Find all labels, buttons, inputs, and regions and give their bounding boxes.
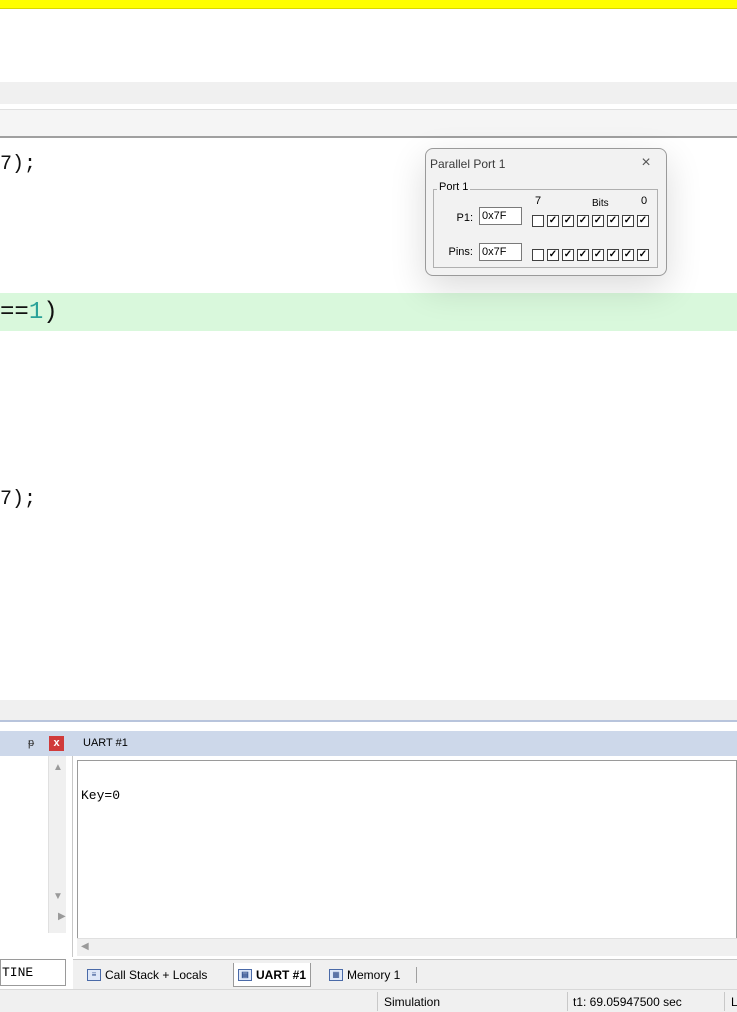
left-docked-panel: ᵽ x ▲ ▼ ▶ TINE: [0, 731, 73, 986]
left-panel-bottom-field: TINE: [0, 959, 66, 986]
bits-label: Bits: [592, 198, 609, 209]
code-line-3: 7);: [0, 488, 37, 511]
uart-output-area[interactable]: Key=0: [77, 760, 737, 939]
toolbar-band: [0, 82, 737, 104]
port-group-label: Port 1: [437, 181, 471, 193]
parallel-port-dialog: Parallel Port 1 × Port 1 7 Bits 0 P1: 0x…: [425, 148, 667, 276]
uart-output-text: Key=0: [81, 788, 121, 803]
bottom-tab-strip: ≡ Call Stack + Locals ▤ UART #1 ▦ Memory…: [73, 959, 737, 989]
call-stack-icon: ≡: [87, 969, 101, 981]
code-number: 1: [28, 299, 44, 326]
pins-bit-3-checkbox[interactable]: ✓: [592, 249, 604, 261]
pins-bit-6-checkbox[interactable]: ✓: [547, 249, 559, 261]
left-panel-header: ᵽ x: [0, 731, 73, 756]
p1-bit-checkboxes: ✓ ✓ ✓ ✓ ✓ ✓ ✓: [532, 215, 652, 227]
p1-bit-1-checkbox[interactable]: ✓: [622, 215, 634, 227]
highlighted-code-line: ==1): [0, 293, 737, 331]
uart-panel-header: UART #1: [73, 731, 737, 756]
warning-banner: [0, 0, 737, 9]
pins-bit-5-checkbox[interactable]: ✓: [562, 249, 574, 261]
status-separator: [567, 992, 568, 1011]
pins-bit-2-checkbox[interactable]: ✓: [607, 249, 619, 261]
pin-icon[interactable]: ᵽ: [28, 737, 34, 749]
pins-bit-4-checkbox[interactable]: ✓: [577, 249, 589, 261]
editor-bottom-bar: [0, 700, 737, 722]
pins-bit-0-checkbox[interactable]: ✓: [637, 249, 649, 261]
p1-bit-3-checkbox[interactable]: ✓: [592, 215, 604, 227]
serial-window-icon: ▤: [238, 968, 252, 981]
code-line-2: ==1): [0, 299, 58, 326]
p1-bit-0-checkbox[interactable]: ✓: [637, 215, 649, 227]
pins-label: Pins:: [448, 246, 473, 258]
tab-separator: [416, 967, 417, 983]
p1-bit-7-checkbox[interactable]: [532, 215, 544, 227]
scroll-right-icon[interactable]: ▶: [58, 911, 66, 922]
pins-bit-7-checkbox[interactable]: [532, 249, 544, 261]
memory-grid-icon: ▦: [329, 969, 343, 981]
bit-high-label: 7: [535, 195, 542, 207]
scroll-up-icon[interactable]: ▲: [53, 762, 63, 773]
tab-memory-label: Memory 1: [347, 968, 401, 982]
p1-value-field[interactable]: 0x7F: [479, 207, 522, 225]
status-separator: [724, 992, 725, 1011]
pins-value-field[interactable]: 0x7F: [479, 243, 522, 261]
p1-label: P1:: [456, 212, 473, 224]
left-panel-vertical-scrollbar[interactable]: ▲ ▼: [48, 756, 66, 933]
p1-bit-6-checkbox[interactable]: ✓: [547, 215, 559, 227]
status-bar: Simulation t1: 69.05947500 sec L: [0, 989, 737, 1012]
dialog-title: Parallel Port 1: [430, 157, 506, 171]
uart-panel: UART #1 Key=0 ◀: [73, 731, 737, 959]
uart-panel-title: UART #1: [83, 737, 128, 749]
pins-bit-checkboxes: ✓ ✓ ✓ ✓ ✓ ✓ ✓: [532, 249, 652, 261]
p1-bit-5-checkbox[interactable]: ✓: [562, 215, 574, 227]
tab-call-stack-locals[interactable]: ≡ Call Stack + Locals: [83, 963, 211, 987]
p1-bit-2-checkbox[interactable]: ✓: [607, 215, 619, 227]
uart-horizontal-scrollbar[interactable]: ◀: [77, 938, 737, 956]
status-timer: t1: 69.05947500 sec: [573, 995, 682, 1009]
status-mode: Simulation: [384, 995, 441, 1009]
code-operator: ==: [0, 299, 29, 326]
bit-low-label: 0: [641, 195, 648, 207]
scroll-down-icon[interactable]: ▼: [53, 891, 63, 902]
code-paren: ): [43, 299, 58, 326]
close-panel-icon[interactable]: x: [49, 736, 64, 751]
code-line-1: 7);: [0, 153, 37, 176]
close-icon[interactable]: ×: [636, 153, 656, 173]
tab-memory-1[interactable]: ▦ Memory 1: [325, 963, 404, 987]
tab-call-stack-label: Call Stack + Locals: [105, 968, 208, 982]
tab-uart-1[interactable]: ▤ UART #1: [233, 963, 312, 987]
scroll-left-icon[interactable]: ◀: [81, 941, 89, 952]
editor-tab-band: [0, 109, 737, 138]
status-line-indicator: L: [731, 995, 737, 1009]
status-separator: [377, 992, 378, 1011]
tab-uart-label: UART #1: [256, 967, 307, 982]
pins-bit-1-checkbox[interactable]: ✓: [622, 249, 634, 261]
p1-bit-4-checkbox[interactable]: ✓: [577, 215, 589, 227]
